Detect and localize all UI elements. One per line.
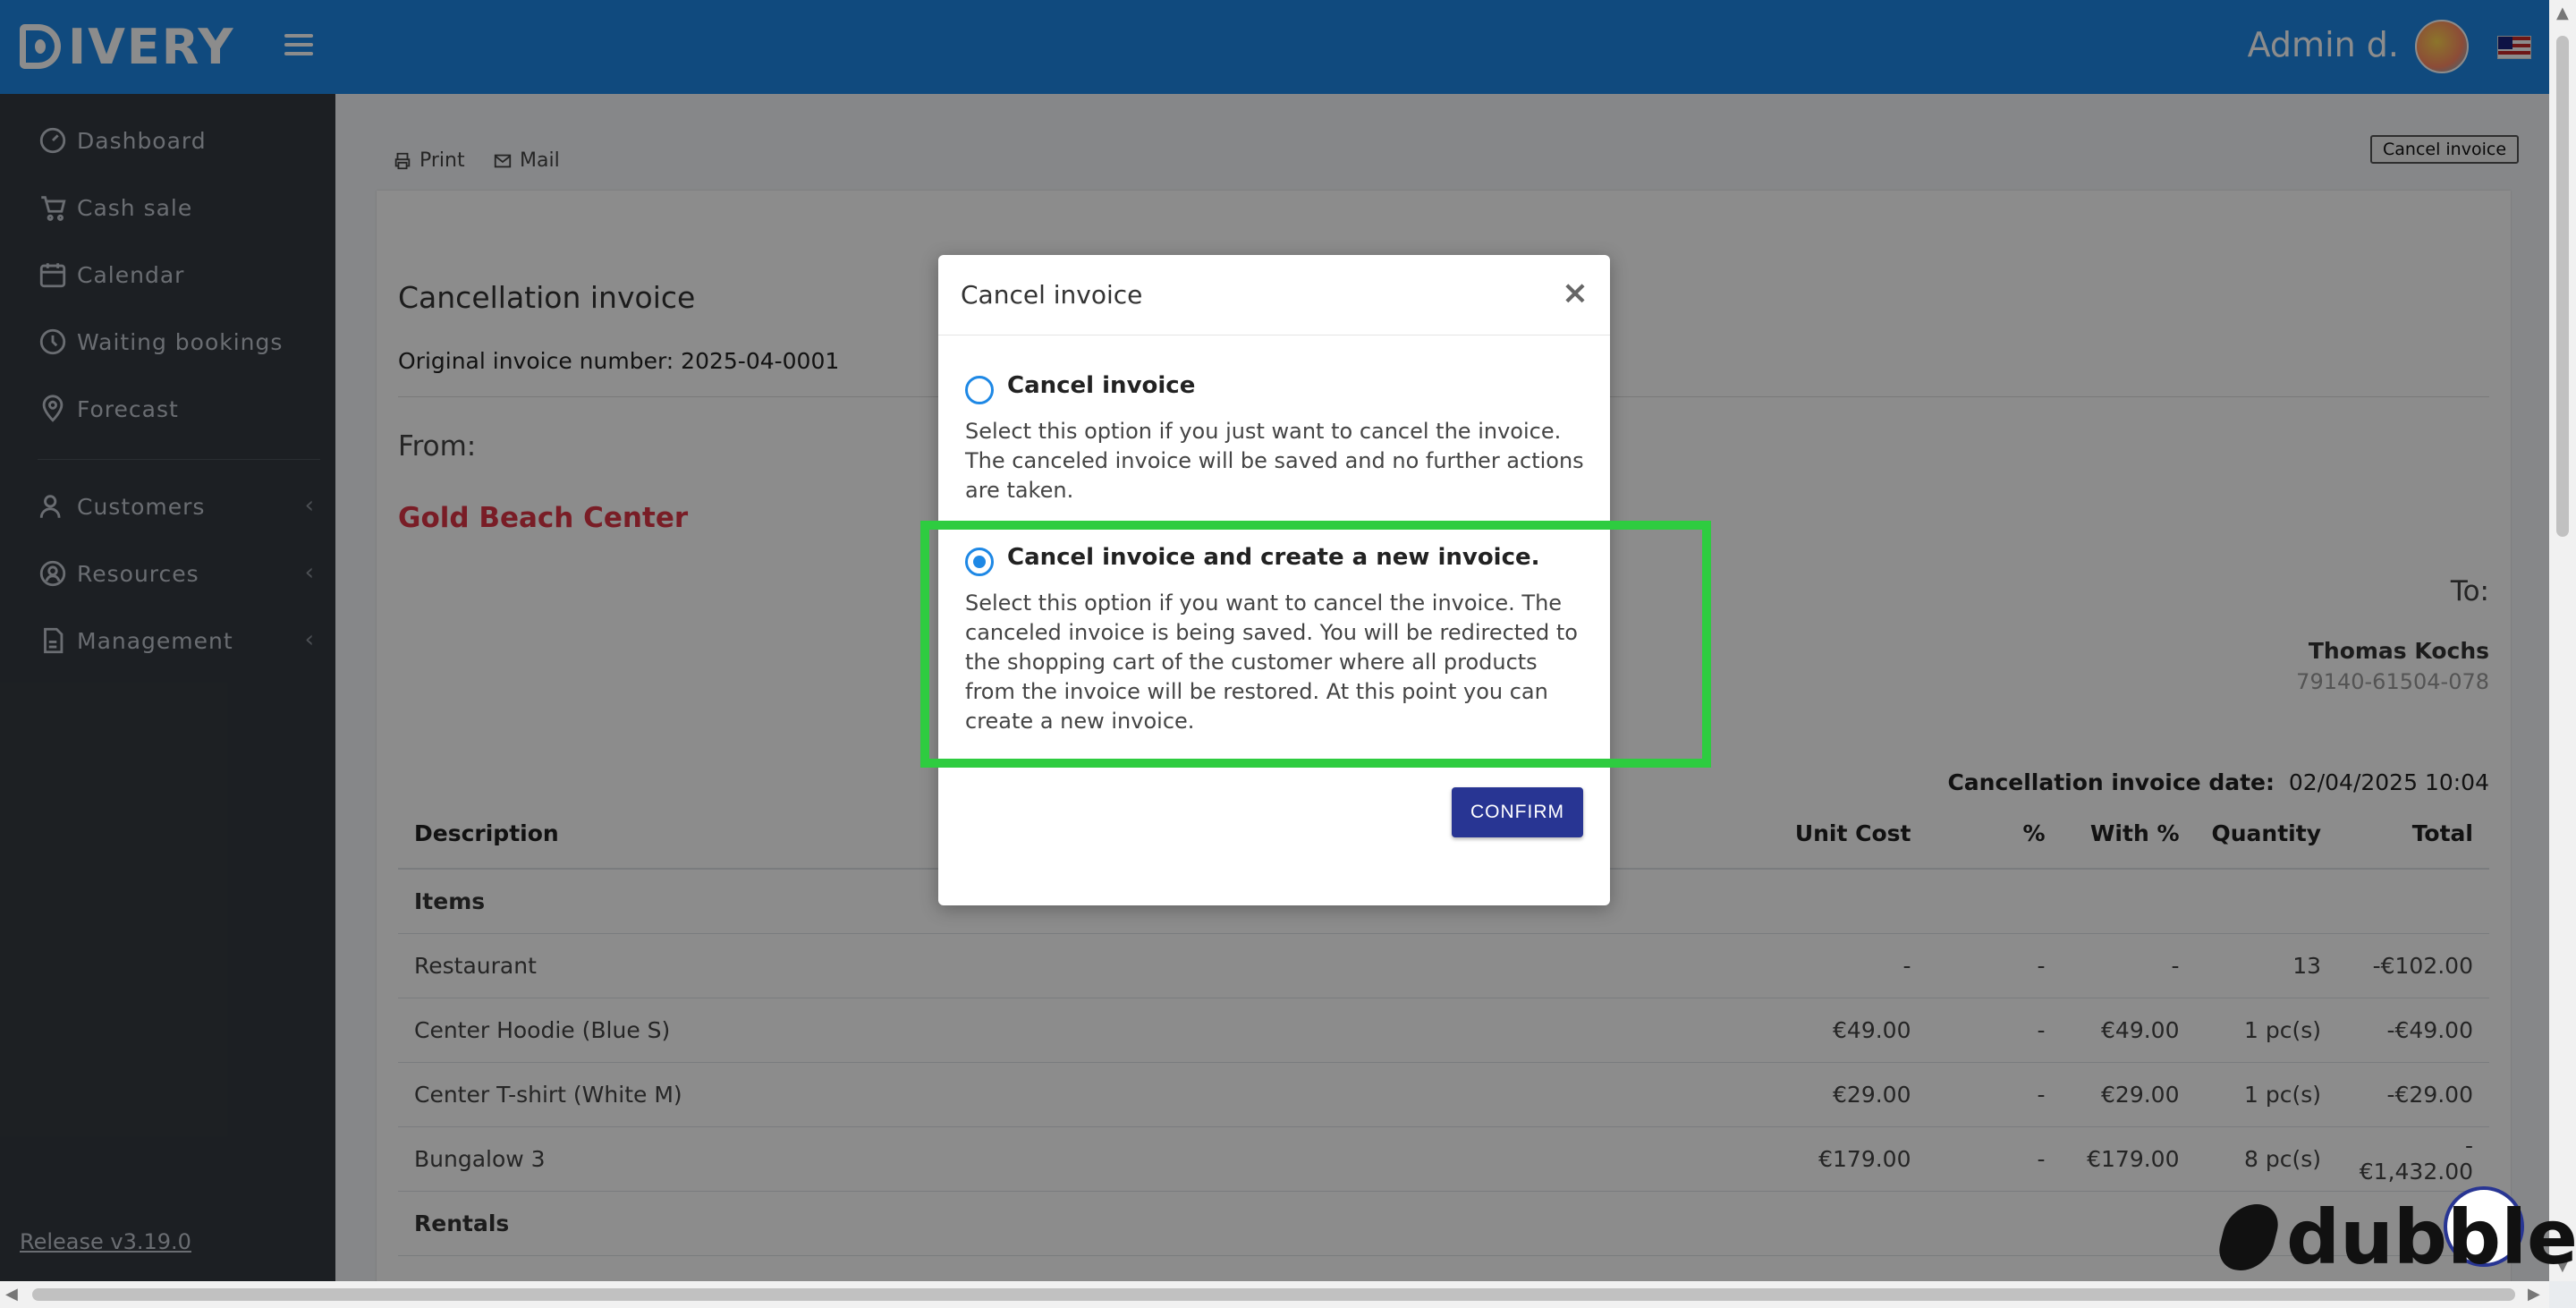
watermark: dubble [2213,1193,2576,1281]
horizontal-scrollbar[interactable]: ◀ ▶ [0,1281,2549,1308]
modal-title: Cancel invoice [961,280,1143,310]
option-label[interactable]: Cancel invoice [1007,372,1195,399]
watermark-text: dubble [2286,1193,2576,1281]
scroll-up-icon[interactable]: ▲ [2556,4,2569,22]
confirm-button[interactable]: CONFIRM [1452,787,1583,837]
horizontal-scroll-thumb[interactable] [32,1288,2515,1301]
dubble-logo-icon [2213,1204,2284,1270]
modal-header: Cancel invoice × [938,255,1610,335]
close-icon[interactable]: × [1562,275,1589,311]
vertical-scroll-thumb[interactable] [2556,36,2569,537]
highlight-box [920,521,1711,768]
vertical-scrollbar[interactable]: ▲ ▼ [2549,0,2576,1281]
option-description: Select this option if you just want to c… [965,419,1584,503]
radio-cancel-only[interactable] [965,376,994,404]
scroll-right-icon[interactable]: ▶ [2528,1285,2540,1304]
scroll-left-icon[interactable]: ◀ [5,1285,18,1304]
